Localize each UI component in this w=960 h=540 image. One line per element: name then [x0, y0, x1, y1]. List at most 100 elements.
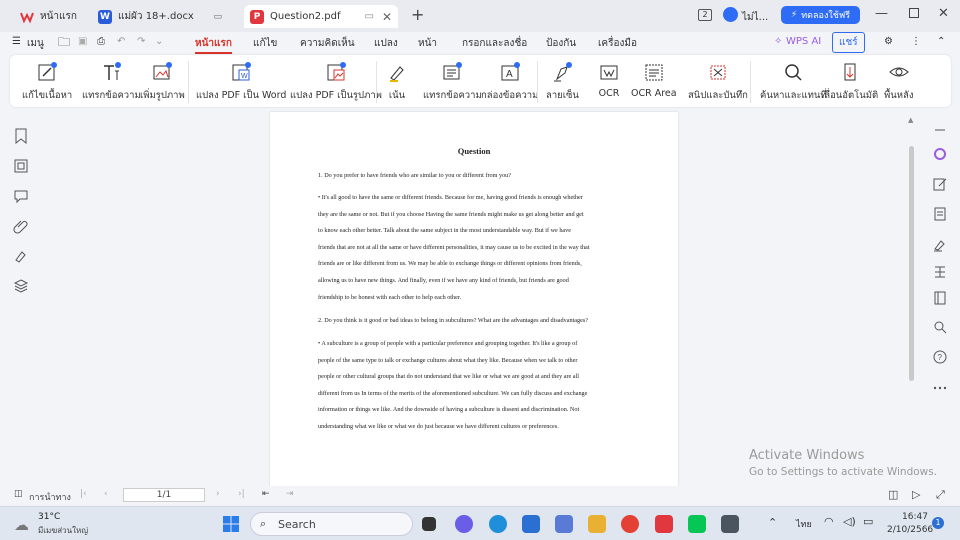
- bookmark-icon[interactable]: [13, 128, 29, 144]
- undo-icon[interactable]: ↶: [117, 36, 125, 47]
- clock-time[interactable]: 16:47: [902, 512, 928, 522]
- scroll-thumb[interactable]: [909, 146, 914, 381]
- monitor-icon[interactable]: ▭: [213, 12, 222, 22]
- forward-icon[interactable]: ⇥: [286, 489, 294, 499]
- close-tab-icon[interactable]: ✕: [382, 10, 392, 24]
- navigation-label[interactable]: การนำทาง: [29, 490, 71, 504]
- insert-text-annot-button[interactable]: แทรกข้อความ: [423, 61, 482, 103]
- hamburger-icon[interactable]: ☰: [12, 36, 21, 47]
- print-icon[interactable]: ⎙: [97, 36, 105, 47]
- comment-icon[interactable]: [13, 188, 29, 204]
- more-options-icon[interactable]: [932, 380, 948, 396]
- collapse-ribbon-icon[interactable]: ⌃: [937, 36, 945, 47]
- navigation-pane-icon[interactable]: ◫: [14, 489, 23, 499]
- file-explorer-icon[interactable]: [588, 515, 606, 533]
- restore-icon[interactable]: [909, 8, 919, 18]
- tab-home-menu[interactable]: หน้าแรก: [195, 36, 232, 54]
- share-button[interactable]: แชร์: [832, 32, 865, 53]
- teams-chat-icon[interactable]: [455, 515, 473, 533]
- scroll-up-icon[interactable]: ▲: [908, 116, 913, 124]
- taskbar-search[interactable]: ⌕ Search: [250, 512, 413, 536]
- wps-office-icon[interactable]: [655, 515, 673, 533]
- zoom-search-icon[interactable]: [932, 319, 948, 335]
- battery-icon[interactable]: ▭: [863, 515, 873, 528]
- next-page-icon[interactable]: ›: [216, 489, 220, 499]
- highlight-button[interactable]: เน้น: [386, 61, 408, 103]
- signature-panel-icon[interactable]: [13, 248, 29, 264]
- book-icon[interactable]: [932, 290, 948, 306]
- vertical-scrollbar[interactable]: ▲: [906, 112, 918, 486]
- tab-comment[interactable]: ความคิดเห็น: [300, 36, 355, 51]
- background-button[interactable]: พื้นหลัง: [884, 61, 913, 103]
- page-number-input[interactable]: 1/1: [123, 488, 205, 502]
- tab-protect[interactable]: ป้องกัน: [546, 36, 576, 51]
- fullscreen-icon[interactable]: ⤢: [936, 488, 945, 502]
- sign-icon[interactable]: [932, 236, 948, 252]
- edge-browser-icon[interactable]: [489, 515, 507, 533]
- ai-assistant-icon[interactable]: [932, 146, 948, 162]
- signature-button[interactable]: ลายเซ็น: [546, 61, 579, 103]
- redo-icon[interactable]: ↷: [137, 36, 145, 47]
- menu-button[interactable]: เมนู: [27, 36, 44, 51]
- more-icon[interactable]: ⋮: [911, 36, 921, 47]
- wps-ai-button[interactable]: WPS AI: [786, 36, 821, 47]
- tab-tools[interactable]: เครื่องมือ: [598, 36, 637, 51]
- edit-icon[interactable]: [932, 176, 948, 192]
- trial-button[interactable]: ⚡ ทดลองใช้ฟรี: [781, 6, 860, 24]
- whiteboard-icon[interactable]: [555, 515, 573, 533]
- help-icon[interactable]: ?: [932, 349, 948, 365]
- snip-save-button[interactable]: สนิปและบันทึก: [688, 61, 748, 103]
- chrome-icon[interactable]: [621, 515, 639, 533]
- compare-icon[interactable]: [932, 264, 948, 280]
- minimize-icon[interactable]: —: [875, 6, 888, 21]
- tab-convert[interactable]: แปลง: [374, 36, 398, 51]
- find-replace-button[interactable]: ค้นหาและแทนที่: [760, 61, 827, 103]
- weather-desc[interactable]: มีเมฆส่วนใหญ่: [38, 524, 88, 537]
- task-view-icon[interactable]: [422, 517, 436, 531]
- monitor-icon[interactable]: ▭: [365, 11, 374, 22]
- gear-icon[interactable]: ⚙: [884, 36, 893, 47]
- save-icon[interactable]: ▣: [78, 36, 87, 47]
- weather-cloud-icon[interactable]: ☁: [14, 516, 29, 534]
- chevron-up-icon[interactable]: ⌃: [768, 516, 777, 529]
- calculator-icon[interactable]: [721, 515, 739, 533]
- weather-temp[interactable]: 31°C: [38, 512, 60, 522]
- tab-fill-sign[interactable]: กรอกและลงชื่อ: [462, 36, 527, 51]
- volume-icon[interactable]: ◁): [843, 515, 856, 528]
- thumbnail-icon[interactable]: [13, 158, 29, 174]
- pdf-page[interactable]: Question 1. Do you prefer to have friend…: [270, 112, 678, 486]
- first-page-icon[interactable]: |‹: [80, 489, 87, 499]
- mail-icon[interactable]: [522, 515, 540, 533]
- auto-scroll-button[interactable]: เลื่อนอัตโนมัติ: [821, 61, 878, 103]
- prev-page-icon[interactable]: ‹: [104, 489, 108, 499]
- windows-start-icon[interactable]: [222, 515, 240, 533]
- minus-icon[interactable]: [932, 122, 948, 138]
- tab-pdf[interactable]: P Question2.pdf ▭ ✕: [244, 5, 398, 28]
- last-page-icon[interactable]: ›|: [238, 489, 245, 499]
- tab-edit[interactable]: แก้ไข: [253, 36, 277, 51]
- layers-icon[interactable]: [13, 278, 29, 294]
- document-edit-icon[interactable]: [932, 206, 948, 222]
- insert-text-button[interactable]: แทรกข้อความ: [82, 61, 141, 103]
- tab-home[interactable]: หน้าแรก: [20, 5, 90, 28]
- edit-content-button[interactable]: แก้ไขเนื้อหา: [22, 61, 72, 103]
- language-indicator[interactable]: ไทย: [796, 517, 812, 531]
- attachment-icon[interactable]: [13, 218, 29, 234]
- user-name[interactable]: ไม่ไ...: [742, 10, 768, 25]
- clock-date[interactable]: 2/10/2566: [887, 525, 933, 535]
- ocr-area-button[interactable]: OCR Area: [631, 61, 677, 99]
- chevron-down-icon[interactable]: ⌄: [155, 36, 163, 47]
- reading-mode-icon[interactable]: ◫: [888, 488, 898, 501]
- pdf-to-image-button[interactable]: แปลง PDF เป็นรูปภาพ: [290, 61, 382, 103]
- window-count-badge[interactable]: 2: [698, 9, 712, 21]
- notification-badge[interactable]: 1: [932, 517, 944, 529]
- new-tab-icon[interactable]: +: [411, 5, 424, 24]
- text-box-button[interactable]: A กล่องข้อความ: [481, 61, 538, 103]
- close-window-icon[interactable]: ✕: [938, 6, 949, 21]
- back-icon[interactable]: ⇤: [262, 489, 270, 499]
- tab-docx[interactable]: W แม่ผัว 18+.docx ▭: [92, 5, 242, 28]
- add-image-button[interactable]: เพิ่มรูปภาพ: [140, 61, 185, 103]
- open-folder-icon[interactable]: 🗀: [58, 33, 70, 54]
- ocr-button[interactable]: OCR: [598, 61, 620, 99]
- line-app-icon[interactable]: [688, 515, 706, 533]
